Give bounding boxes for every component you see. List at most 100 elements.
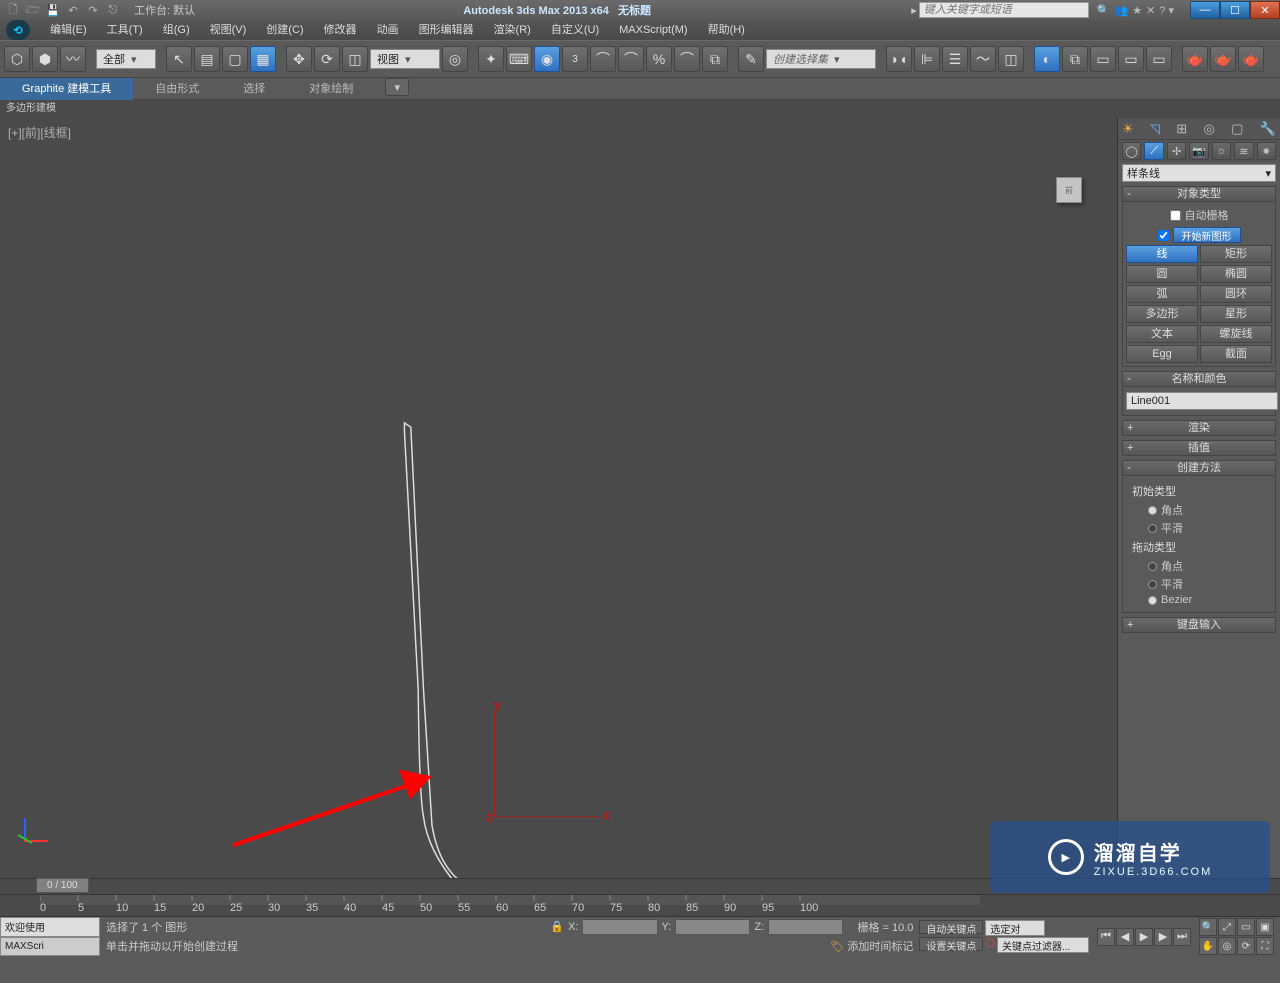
nav-fov-icon[interactable]: ▭ [1237,918,1255,936]
frame-buffer-icon[interactable]: ▭ [1090,46,1116,72]
workspace-label[interactable]: 工作台: 默认 [126,2,203,18]
teapot2-icon[interactable]: 🫖 [1210,46,1236,72]
scale-icon[interactable]: ◫ [342,46,368,72]
schematic-icon[interactable]: ◫ [998,46,1024,72]
method-rollout-header[interactable]: -创建方法 [1122,460,1276,476]
shape-btn-螺旋线[interactable]: 螺旋线 [1200,325,1272,343]
caption-arrow-icon[interactable]: ▸ [911,4,917,17]
menu-动画[interactable]: 动画 [367,20,409,40]
time-slider-value[interactable]: 0 / 100 [36,878,89,893]
shapes-tab-icon[interactable]: ⟋ [1144,142,1163,160]
nav-pan-icon[interactable]: ✋ [1199,937,1217,955]
window-crossing-icon[interactable]: ▦ [250,46,276,72]
hierarchy-icon[interactable]: ⊞ [1176,121,1187,137]
menu-渲染(R)[interactable]: 渲染(R) [484,20,541,40]
menu-创建(C)[interactable]: 创建(C) [256,20,313,40]
ribbon-sub-label[interactable]: 多边形建模 [0,100,1280,118]
play-icon[interactable]: ▶ [1135,928,1153,946]
auto-grid-checkbox[interactable] [1170,210,1181,221]
select-manip-icon[interactable]: ✦ [478,46,504,72]
ribbon-tab-1[interactable]: 自由形式 [133,78,221,100]
spinner-icon[interactable]: ⌒ [674,46,700,72]
render-prod-icon[interactable]: ▭ [1118,46,1144,72]
ribbon-collapse-icon[interactable]: ▾ [385,78,409,96]
rotate-icon[interactable]: ⟳ [314,46,340,72]
drag-smooth-radio[interactable]: 平滑 [1132,575,1266,593]
shape-btn-多边形[interactable]: 多边形 [1126,305,1198,323]
link-icon[interactable]: ⬡ [4,46,30,72]
material-editor-icon[interactable]: ◐ [1034,46,1060,72]
menu-工具(T)[interactable]: 工具(T) [97,20,153,40]
menu-MAXScript(M)[interactable]: MAXScript(M) [609,20,697,40]
minimize-button[interactable]: — [1190,1,1220,19]
open-icon[interactable]: 🗁 [24,2,42,18]
key-filter-combo[interactable]: 关键点过滤器... [997,937,1089,953]
track-bar[interactable]: 0510152025303540455055606570758085909510… [0,894,1280,916]
select-name-icon[interactable]: ▤ [194,46,220,72]
shape-btn-矩形[interactable]: 矩形 [1200,245,1272,263]
initial-corner-radio[interactable]: 角点 [1132,501,1266,519]
undo-icon[interactable]: ↶ [64,2,82,18]
help-dropdown-icon[interactable]: ? ▾ [1159,4,1174,17]
curve-editor-icon[interactable]: 〜 [970,46,996,72]
select-region-rect-icon[interactable]: ▢ [222,46,248,72]
helpers-tab-icon[interactable]: ☼ [1212,142,1231,160]
select-icon[interactable]: ↖ [166,46,192,72]
shape-btn-Egg[interactable]: Egg [1126,345,1198,363]
shape-btn-椭圆[interactable]: 椭圆 [1200,265,1272,283]
percent-icon[interactable]: % [646,46,672,72]
comm-icon[interactable]: 👥 [1115,4,1129,17]
time-tag-icon[interactable]: 🏷 [830,940,844,953]
cameras-tab-icon[interactable]: 📷 [1189,142,1208,160]
initial-smooth-radio[interactable]: 平滑 [1132,519,1266,537]
drag-corner-radio[interactable]: 角点 [1132,557,1266,575]
layers-icon[interactable]: ☰ [942,46,968,72]
shape-btn-文本[interactable]: 文本 [1126,325,1198,343]
bind-space-icon[interactable]: 〰 [60,46,86,72]
shape-btn-圆环[interactable]: 圆环 [1200,285,1272,303]
add-time-tag-label[interactable]: 添加时间标记 [847,938,913,954]
teapot3-icon[interactable]: 🫖 [1238,46,1264,72]
ribbon-tab-2[interactable]: 选择 [221,78,287,100]
search-icon[interactable]: 🔍 [1097,4,1111,17]
nav-zoom-icon[interactable]: 🔍 [1199,918,1217,936]
goto-end-icon[interactable]: ⏭ [1173,928,1191,946]
start-new-shape-checkbox[interactable] [1158,230,1169,241]
keyboard-rollout-header[interactable]: +键盘输入 [1122,617,1276,633]
geometry-tab-icon[interactable]: ◯ [1122,142,1141,160]
selection-filter-combo[interactable]: 全部▾ [96,49,156,69]
nav-maximize-icon[interactable]: ⛶ [1256,937,1274,955]
object-name-input[interactable] [1126,392,1278,410]
named-selection-combo[interactable]: 创建选择集▾ [766,49,876,69]
nav-walk-icon[interactable]: ◎ [1218,937,1236,955]
menu-自定义(U)[interactable]: 自定义(U) [541,20,609,40]
named-sel-edit-icon[interactable]: ✎ [738,46,764,72]
systems-tab-icon[interactable]: ✷ [1257,142,1276,160]
spinner-snap-icon[interactable]: ⌒ [618,46,644,72]
drag-bezier-radio[interactable]: Bezier [1132,593,1266,607]
align-icon[interactable]: ⊫ [914,46,940,72]
maxscript-label[interactable]: MAXScri [0,937,100,957]
menu-修改器[interactable]: 修改器 [314,20,367,40]
lights-tab-icon[interactable]: ✢ [1167,142,1186,160]
plane-icon[interactable]: ◹ [1150,121,1160,137]
name-color-rollout-header[interactable]: -名称和颜色 [1122,371,1276,387]
nav-region-icon[interactable]: ▣ [1256,918,1274,936]
ref-coord-combo[interactable]: 视图▾ [370,49,440,69]
teapot1-icon[interactable]: 🫖 [1182,46,1208,72]
motion-icon[interactable]: ◎ [1204,121,1215,137]
shape-btn-弧[interactable]: 弧 [1126,285,1198,303]
favorite-icon[interactable]: ★ [1132,4,1142,17]
close-button[interactable]: ✕ [1250,1,1280,19]
shape-btn-线[interactable]: 线 [1126,245,1198,263]
save-icon[interactable]: 💾 [44,2,62,18]
render-rollout-header[interactable]: +渲染 [1122,420,1276,436]
exchange-icon[interactable]: ✕ [1146,4,1155,17]
shape-btn-星形[interactable]: 星形 [1200,305,1272,323]
ribbon-tab-3[interactable]: 对象绘制 [287,78,375,100]
maximize-button[interactable]: ☐ [1220,1,1250,19]
mirror-icon[interactable]: ◗◖ [886,46,912,72]
app-logo-icon[interactable]: ⟲ [6,20,30,40]
menu-帮助(H)[interactable]: 帮助(H) [698,20,755,40]
menu-组(G)[interactable]: 组(G) [153,20,200,40]
